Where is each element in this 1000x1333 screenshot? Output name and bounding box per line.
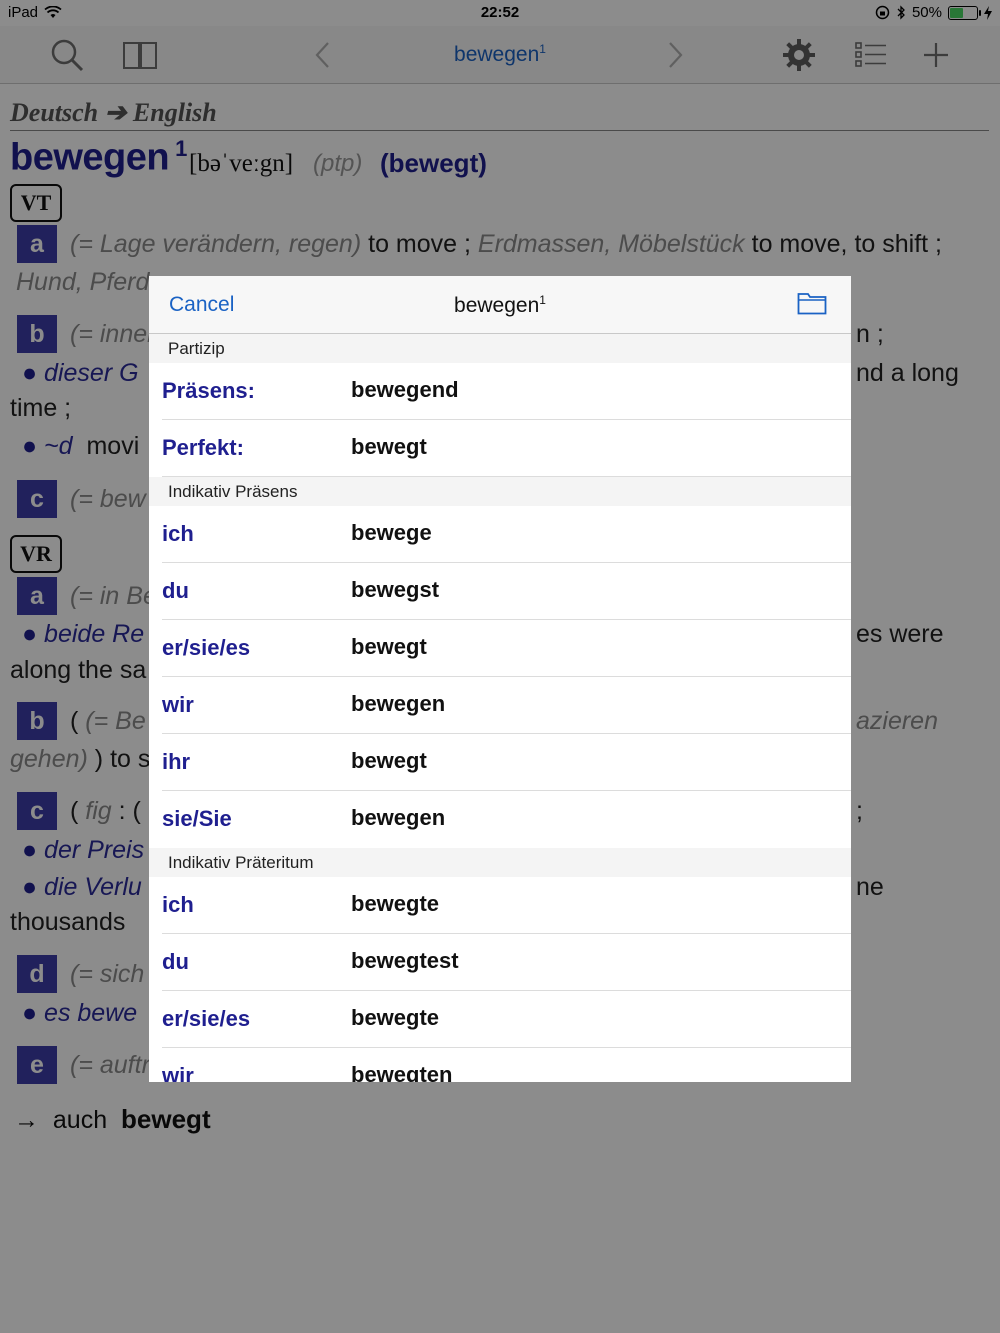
section-header: Indikativ Präteritum	[149, 848, 851, 877]
section-header: Partizip	[149, 334, 851, 363]
form-label: du	[162, 949, 189, 974]
conjugation-popover: Cancel bewegen1 Partizip Präsens: bewegen…	[149, 276, 851, 1082]
popover-header: Cancel bewegen1	[149, 276, 851, 334]
form-label: Präsens:	[162, 378, 255, 403]
form-value: bewegen	[351, 805, 446, 830]
conjugation-row: wir bewegen	[162, 677, 851, 734]
form-value: bewegen	[351, 691, 446, 716]
conjugation-row: du bewegtest	[162, 934, 851, 991]
form-value: bewegte	[351, 1005, 440, 1030]
conjugation-row: er/sie/es bewegt	[162, 620, 851, 677]
conjugation-row: ich bewegte	[162, 877, 851, 934]
conjugation-row: ihr bewegt	[162, 734, 851, 791]
form-label: wir	[162, 692, 194, 717]
popover-title: bewegen1	[149, 293, 851, 318]
form-value: bewegte	[351, 891, 440, 916]
form-label: du	[162, 578, 189, 603]
section-header: Indikativ Präsens	[149, 477, 851, 506]
conjugation-row: du bewegst	[162, 563, 851, 620]
form-value: bewegt	[351, 434, 427, 459]
form-label: er/sie/es	[162, 1006, 251, 1031]
conjugation-row: sie/Sie bewegen	[162, 791, 851, 848]
form-value: bewegst	[351, 577, 440, 602]
form-value: bewegt	[351, 748, 427, 773]
form-value: bewegtest	[351, 948, 459, 973]
form-label: ihr	[162, 749, 191, 774]
conjugation-row: Präsens: bewegend	[162, 363, 851, 420]
form-label: ich	[162, 892, 194, 917]
form-value: bewege	[351, 520, 432, 545]
form-label: wir	[162, 1063, 194, 1082]
conjugation-row: wir bewegten	[162, 1048, 851, 1082]
form-label: Perfekt:	[162, 435, 244, 460]
form-value: bewegten	[351, 1062, 453, 1082]
form-label: sie/Sie	[162, 806, 232, 831]
popover-title-sup: 1	[539, 293, 546, 307]
popover-title-text: bewegen	[454, 294, 540, 317]
conjugation-row: Perfekt: bewegt	[162, 420, 851, 477]
folder-button[interactable]	[797, 291, 827, 320]
form-label: er/sie/es	[162, 635, 251, 660]
folder-icon	[797, 293, 827, 315]
form-value: bewegt	[351, 634, 427, 659]
conjugation-row: er/sie/es bewegte	[162, 991, 851, 1048]
form-label: ich	[162, 521, 194, 546]
conjugation-row: ich bewege	[162, 506, 851, 563]
form-value: bewegend	[351, 377, 459, 402]
